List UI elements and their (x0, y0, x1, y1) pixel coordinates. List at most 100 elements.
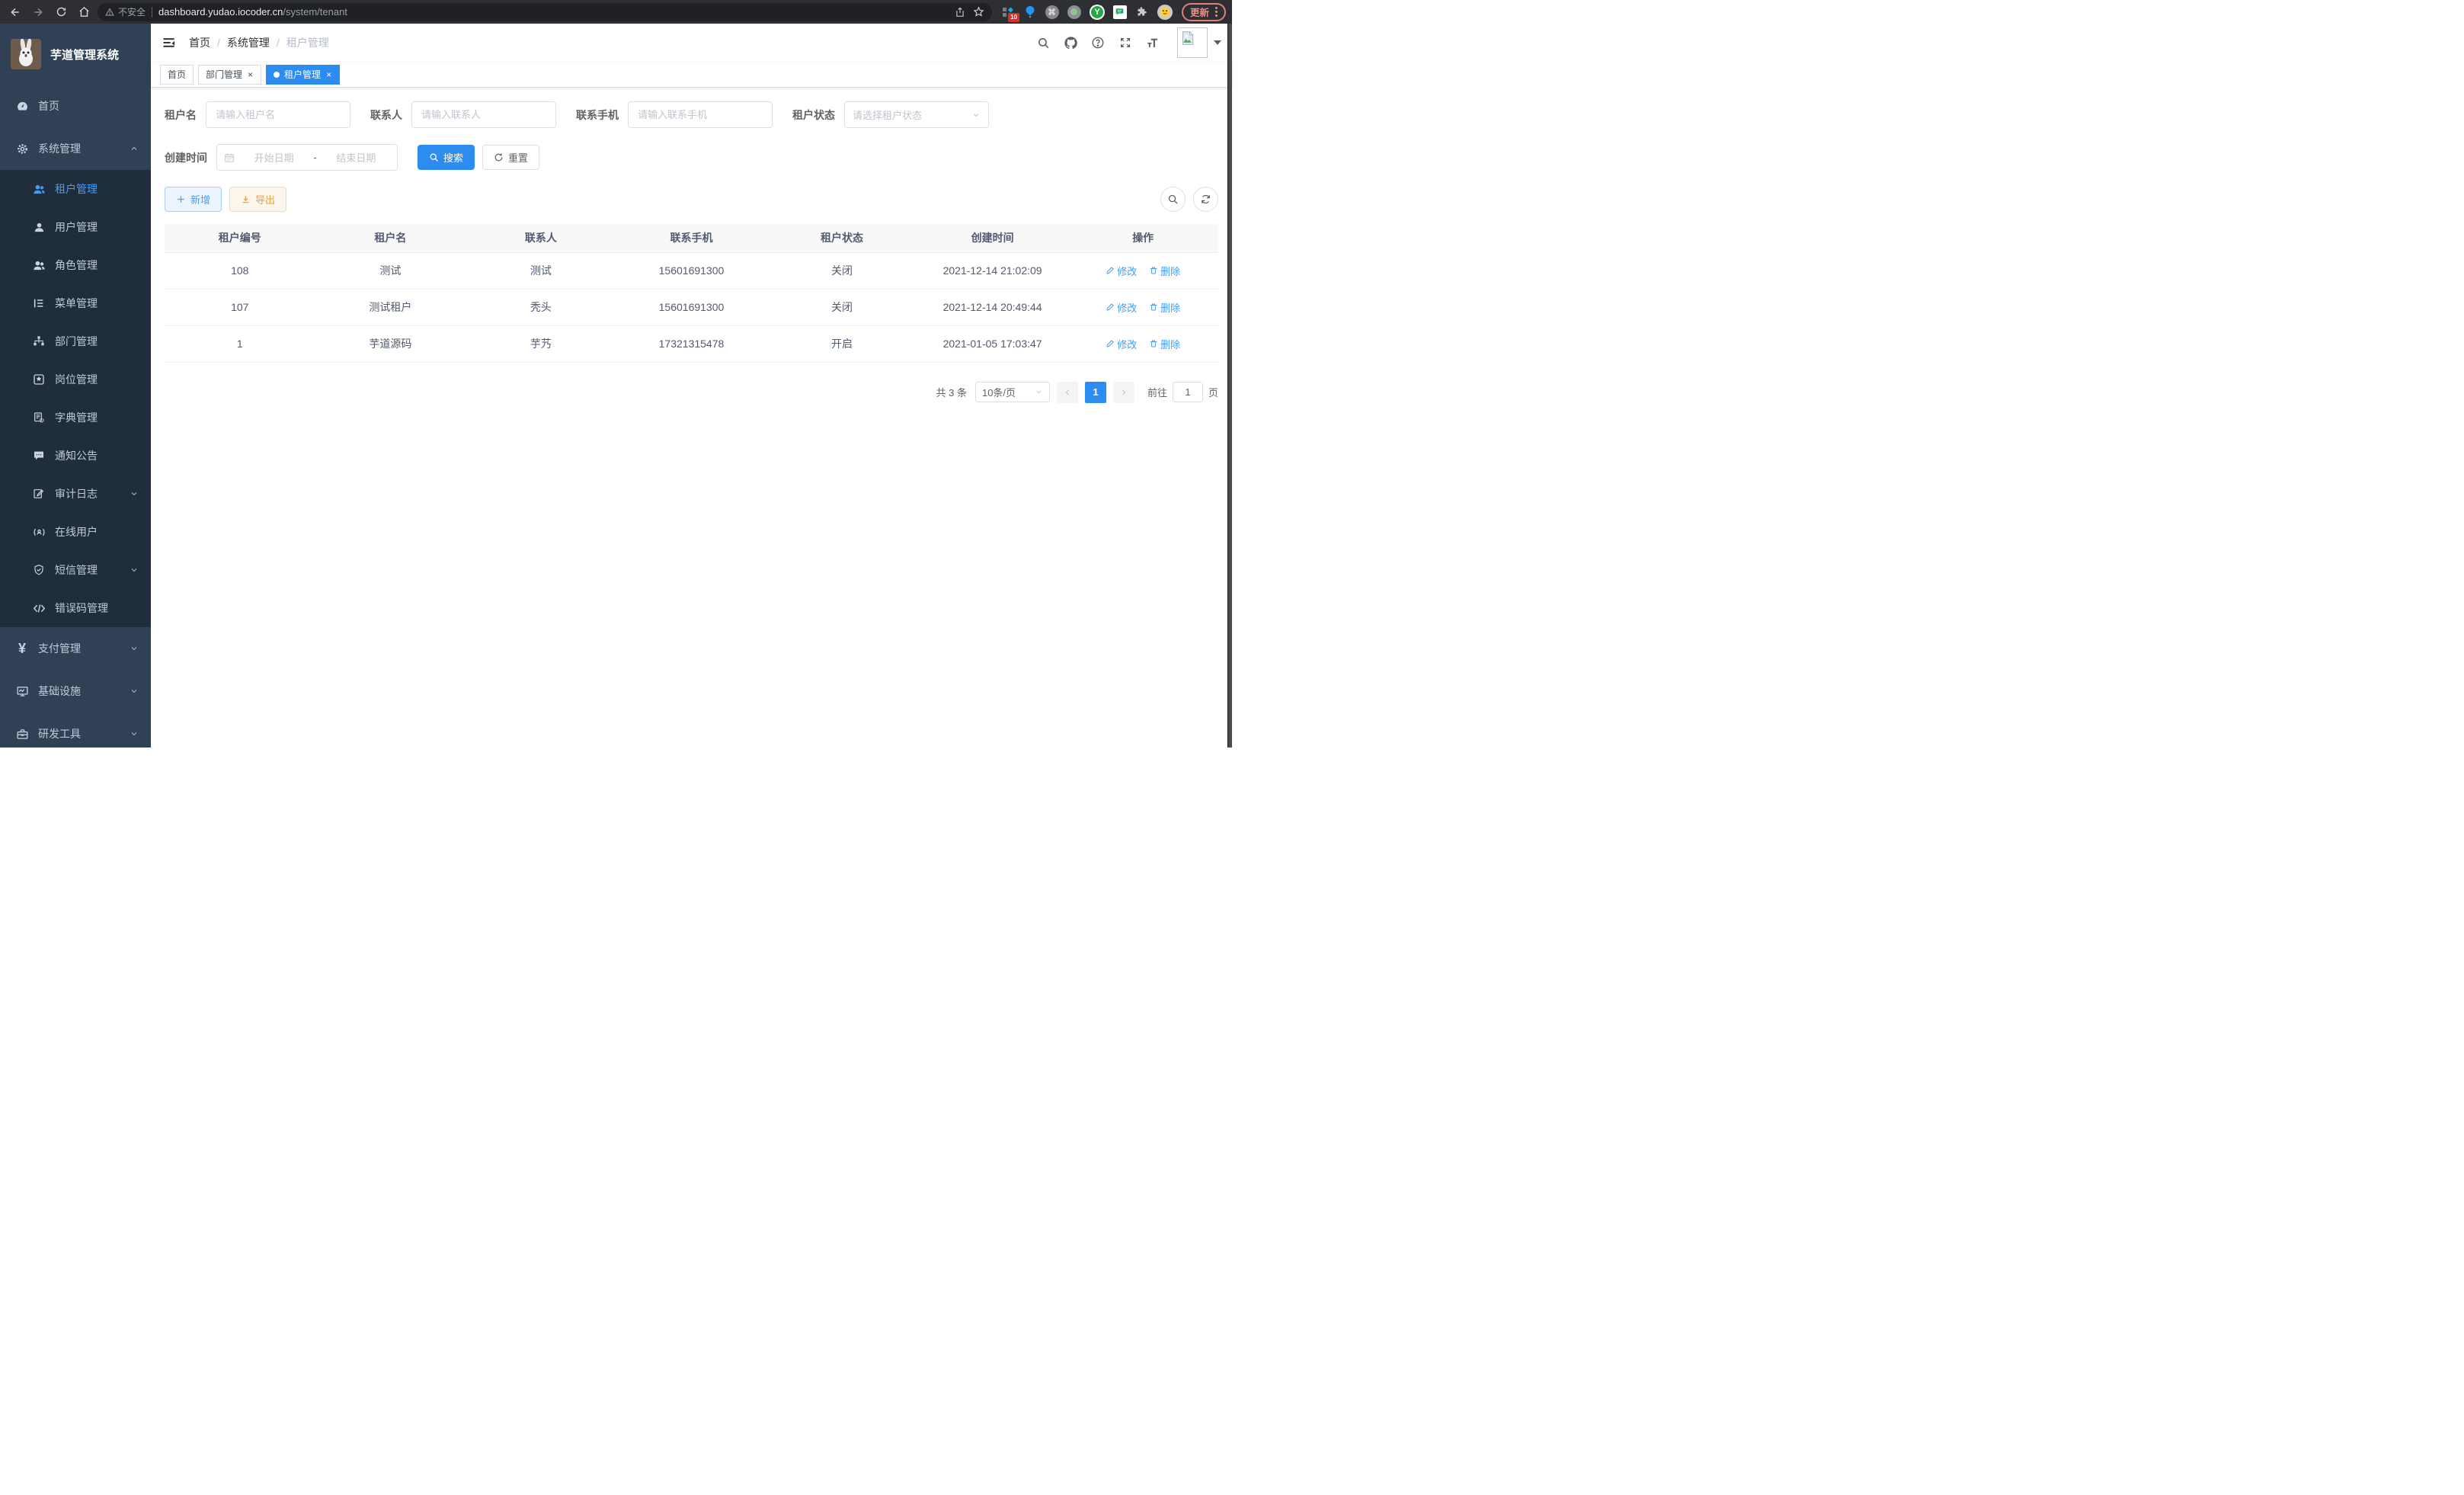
sidebar-item-label: 租户管理 (55, 181, 98, 197)
extension-gray-dot-icon[interactable] (1067, 5, 1081, 19)
contact-label: 联系人 (370, 107, 402, 123)
modify-link[interactable]: 修改 (1106, 264, 1137, 278)
log-edit-icon (32, 487, 46, 501)
page-number-1[interactable]: 1 (1085, 382, 1106, 403)
browser-reload-icon[interactable] (52, 3, 70, 21)
breadcrumb-system[interactable]: 系统管理 (227, 35, 270, 50)
modify-link[interactable]: 修改 (1106, 337, 1137, 351)
sidebar-item-pay[interactable]: ¥ 支付管理 (0, 627, 151, 670)
sidebar-item-sms[interactable]: 短信管理 (0, 551, 151, 589)
browser-forward-icon[interactable] (29, 3, 47, 21)
page-size-select[interactable]: 10条/页 (975, 382, 1050, 402)
address-bar[interactable]: 不安全 dashboard.yudao.iocoder.cn/system/te… (98, 3, 992, 21)
tab-home[interactable]: 首页 (160, 65, 194, 85)
browser-back-icon[interactable] (6, 3, 24, 21)
sidebar-item-tenant[interactable]: 租户管理 (0, 170, 151, 208)
tenant-name-label: 租户名 (165, 107, 197, 123)
tab-tenant[interactable]: 租户管理 × (266, 65, 340, 85)
table-row: 107 测试租户 秃头 15601691300 关闭 2021-12-14 20… (165, 289, 1218, 325)
bookmark-star-icon[interactable] (973, 6, 984, 18)
sidebar-item-notice[interactable]: 通知公告 (0, 437, 151, 475)
font-size-icon[interactable] (1145, 35, 1160, 50)
user-icon (32, 220, 46, 234)
cell-mobile: 17321315478 (616, 325, 767, 362)
search-button[interactable]: 搜索 (418, 145, 475, 170)
range-separator: - (313, 152, 316, 163)
sidebar-item-dict[interactable]: 字典管理 (0, 399, 151, 437)
cell-contact: 测试 (466, 252, 616, 289)
delete-link[interactable]: 删除 (1149, 300, 1180, 315)
mobile-input[interactable] (628, 101, 773, 128)
extensions-strip: 10 Y (997, 5, 1177, 20)
sidebar: 芋道管理系统 首页 系统管理 租户管理 (0, 24, 151, 748)
extension-kite-icon[interactable] (1023, 5, 1037, 19)
tenant-name-input[interactable] (206, 101, 350, 128)
sidebar-item-system[interactable]: 系统管理 (0, 127, 151, 170)
sidebar-item-infra[interactable]: 基础设施 (0, 670, 151, 712)
browser-home-icon[interactable] (75, 3, 93, 21)
chevron-down-icon (130, 644, 139, 653)
reset-button[interactable]: 重置 (482, 145, 539, 170)
sidebar-item-dept[interactable]: 部门管理 (0, 322, 151, 360)
sidebar-header[interactable]: 芋道管理系统 (0, 24, 151, 85)
share-icon[interactable] (955, 7, 965, 18)
add-button[interactable]: 新增 (165, 187, 222, 212)
sidebar-item-dev-tools[interactable]: 研发工具 (0, 712, 151, 748)
github-icon[interactable] (1063, 35, 1078, 50)
tab-dept[interactable]: 部门管理 × (198, 65, 261, 85)
sidebar-item-label: 基础设施 (38, 683, 81, 699)
sidebar-item-home[interactable]: 首页 (0, 85, 151, 127)
contact-input[interactable] (411, 101, 556, 128)
extension-y-icon[interactable]: Y (1090, 5, 1105, 20)
extension-puzzle-icon[interactable] (1135, 5, 1149, 19)
sidebar-item-label: 菜单管理 (55, 296, 98, 311)
browser-update-button[interactable]: 更新 (1182, 3, 1226, 21)
delete-link[interactable]: 删除 (1149, 264, 1180, 278)
cell-status: 开启 (766, 325, 917, 362)
delete-link[interactable]: 删除 (1149, 337, 1180, 351)
sidebar-collapse-icon[interactable] (162, 34, 178, 51)
goto-page-input[interactable] (1173, 382, 1203, 402)
modify-link[interactable]: 修改 (1106, 300, 1137, 315)
sidebar-item-post[interactable]: 岗位管理 (0, 360, 151, 399)
close-icon[interactable]: × (247, 70, 254, 79)
extension-command-icon[interactable] (1045, 5, 1059, 19)
col-status: 租户状态 (766, 224, 917, 252)
monitor-icon (15, 684, 29, 698)
sidebar-item-online-users[interactable]: 在线用户 (0, 513, 151, 551)
export-button[interactable]: 导出 (229, 187, 286, 212)
show-search-toggle-button[interactable] (1160, 187, 1186, 212)
help-icon[interactable] (1090, 35, 1106, 50)
plus-icon (176, 194, 186, 204)
goto-label: 前往 (1147, 385, 1167, 399)
sidebar-item-menu[interactable]: 菜单管理 (0, 284, 151, 322)
breadcrumb-home[interactable]: 首页 (189, 35, 210, 50)
prev-page-button[interactable] (1057, 382, 1078, 403)
close-icon[interactable]: × (325, 70, 332, 79)
sidebar-item-error-code[interactable]: 错误码管理 (0, 589, 151, 627)
cell-contact: 秃头 (466, 289, 616, 325)
sidebar-item-user[interactable]: 用户管理 (0, 208, 151, 246)
user-menu[interactable] (1177, 27, 1221, 58)
browser-menu-icon[interactable] (1215, 7, 1218, 17)
sidebar-item-label: 错误码管理 (55, 600, 108, 616)
table-row: 1 芋道源码 芋艿 17321315478 开启 2021-01-05 17:0… (165, 325, 1218, 362)
users-icon (32, 182, 46, 196)
header-search-icon[interactable] (1035, 35, 1051, 50)
status-select-placeholder: 请选择租户状态 (853, 107, 922, 122)
sidebar-item-audit-log[interactable]: 审计日志 (0, 475, 151, 513)
col-tenant-id: 租户编号 (165, 224, 315, 252)
extension-emoji-icon[interactable] (1157, 5, 1173, 20)
extension-grid-icon[interactable]: 10 (1001, 5, 1015, 19)
next-page-button[interactable] (1113, 382, 1134, 403)
tree-list-icon (32, 296, 46, 310)
fullscreen-icon[interactable] (1118, 35, 1133, 50)
extension-chat-icon[interactable] (1113, 5, 1127, 19)
refresh-table-button[interactable] (1193, 187, 1218, 212)
status-select[interactable]: 请选择租户状态 (844, 101, 989, 128)
chevron-down-icon (130, 687, 139, 696)
create-time-range-picker[interactable]: 开始日期 - 结束日期 (216, 144, 398, 171)
sidebar-item-role[interactable]: 角色管理 (0, 246, 151, 284)
tags-view: 首页 部门管理 × 租户管理 × (151, 62, 1232, 88)
sidebar-item-label: 首页 (38, 98, 59, 114)
